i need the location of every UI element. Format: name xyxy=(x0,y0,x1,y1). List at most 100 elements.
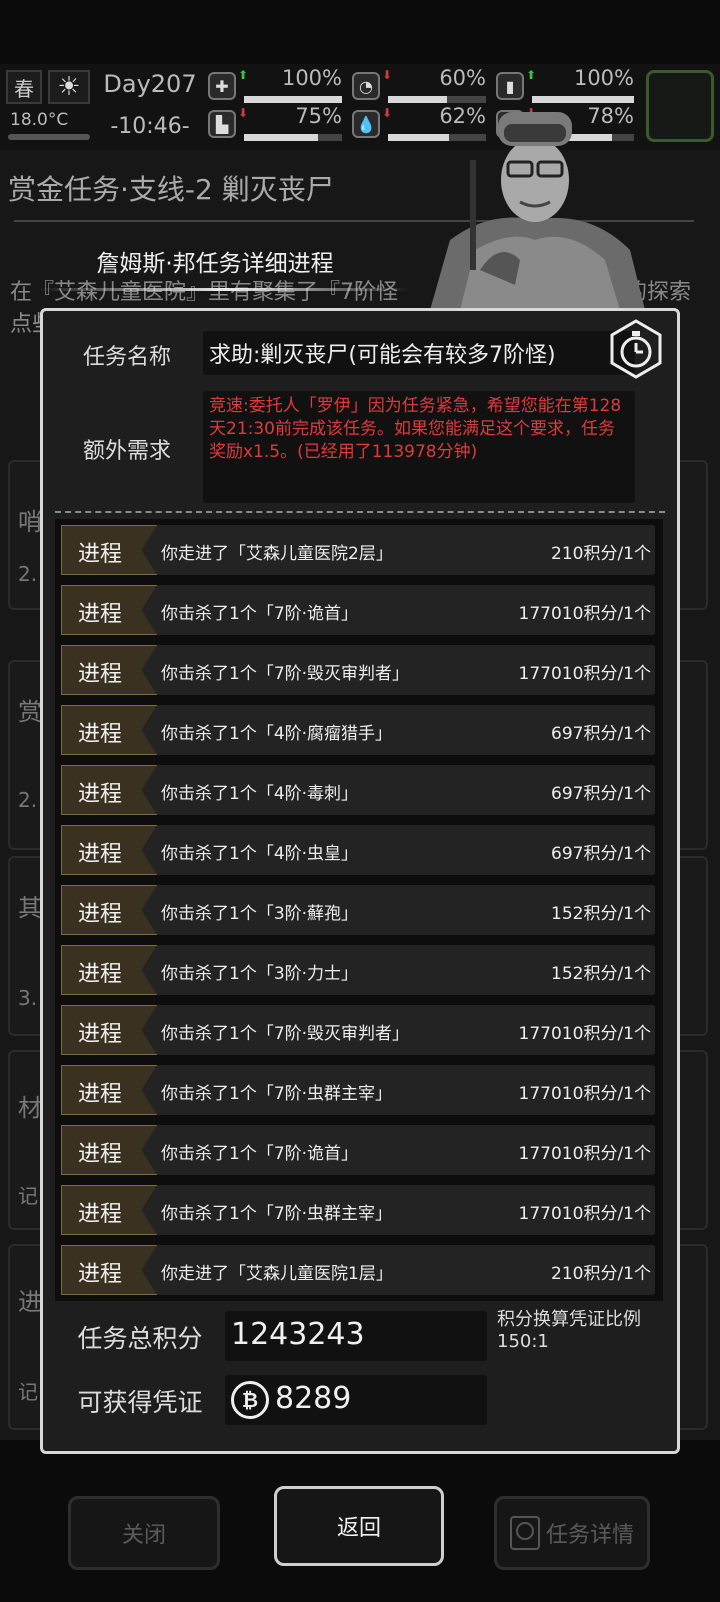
stomach-icon: ◔ xyxy=(352,72,380,100)
progress-row: 进程 你击杀了1个「7阶·虫群主宰」 177010积分/1个 xyxy=(61,1185,655,1235)
progress-points: 210积分/1个 xyxy=(551,544,651,564)
battery-icon: ▮ xyxy=(496,72,524,100)
progress-text: 你走进了「艾森儿童医院1层」 xyxy=(161,1264,393,1284)
progress-tag: 进程 xyxy=(61,1245,157,1295)
extra-requirement-value: 竞速:委托人「罗伊」因为任务紧急，希望您能在第128天21:30前完成该任务。如… xyxy=(203,391,635,503)
task-name-label: 任务名称 xyxy=(82,345,171,370)
progress-tag: 进程 xyxy=(61,1005,157,1055)
game-clock: -10:46- xyxy=(110,114,190,139)
modal-subtitle: 詹姆斯·邦任务详细进程 xyxy=(96,251,334,277)
progress-tag: 进程 xyxy=(61,825,157,875)
progress-row: 进程 你击杀了1个「3阶·力士」 152积分/1个 xyxy=(61,945,655,995)
progress-row: 进程 你走进了「艾森儿童医院1层」 210积分/1个 xyxy=(61,1245,655,1295)
quest-progress-dialog: 任务名称 求助:剿灭丧尸(可能会有较多7阶怪) 额外需求 竞速:委托人「罗伊」因… xyxy=(40,308,680,1454)
progress-tag: 进程 xyxy=(61,885,157,935)
progress-points: 177010积分/1个 xyxy=(518,1204,651,1224)
trend-down-icon: ⬇ xyxy=(238,106,249,120)
progress-tag: 进程 xyxy=(61,765,157,815)
progress-tag: 进程 xyxy=(61,1185,157,1235)
voucher-label: 可获得凭证 xyxy=(77,1388,203,1417)
stat-bar-fill xyxy=(244,96,342,103)
temperature: 18.0°C xyxy=(10,110,69,130)
progress-text: 你击杀了1个「4阶·虫皇」 xyxy=(161,844,359,864)
progress-text: 你走进了「艾森儿童医院2层」 xyxy=(161,544,393,564)
health-stat: ✚ ⬆ 100% xyxy=(208,66,346,106)
season-indicator: 春 xyxy=(6,70,42,104)
progress-points: 177010积分/1个 xyxy=(518,664,651,684)
progress-row: 进程 你击杀了1个「4阶·腐瘤猎手」 697积分/1个 xyxy=(61,705,655,755)
task-name-value: 求助:剿灭丧尸(可能会有较多7阶怪) xyxy=(203,331,635,375)
progress-tag: 进程 xyxy=(61,705,157,755)
progress-points: 210积分/1个 xyxy=(551,1264,651,1284)
progress-points: 177010积分/1个 xyxy=(518,604,651,624)
progress-text: 你击杀了1个「3阶·蘚孢」 xyxy=(161,904,359,924)
stopwatch-icon[interactable] xyxy=(606,319,666,379)
progress-tag: 进程 xyxy=(61,945,157,995)
progress-text: 你击杀了1个「7阶·毁灭审判者」 xyxy=(161,664,410,684)
close-button[interactable]: 关闭 xyxy=(68,1496,220,1570)
stamina-stat: ▙ ⬇ 75% xyxy=(208,104,346,144)
energy-stat: ▮ ⬆ 100% xyxy=(496,66,638,106)
progress-row: 进程 你走进了「艾森儿童医院2层」 210积分/1个 xyxy=(61,525,655,575)
progress-tag: 进程 xyxy=(61,525,157,575)
progress-points: 152积分/1个 xyxy=(551,904,651,924)
extra-requirement-label: 额外需求 xyxy=(82,439,171,464)
stat-bar-fill xyxy=(532,96,634,103)
hunger-stat: ◔ ⬇ 60% xyxy=(352,66,490,106)
trend-up-icon: ⬆ xyxy=(238,68,249,82)
progress-points: 697积分/1个 xyxy=(551,724,651,744)
task-detail-button[interactable]: 任务详情 xyxy=(494,1496,650,1570)
day-counter: Day207 xyxy=(103,70,197,98)
progress-text: 你击杀了1个「4阶·毒刺」 xyxy=(161,784,359,804)
progress-points: 177010积分/1个 xyxy=(518,1084,651,1104)
temperature-bar xyxy=(8,134,90,140)
progress-text: 你击杀了1个「4阶·腐瘤猎手」 xyxy=(161,724,393,744)
conversion-ratio-value: 150:1 xyxy=(497,1331,549,1352)
back-button[interactable]: 返回 xyxy=(274,1486,444,1566)
subtitle-underline xyxy=(40,288,410,291)
dashed-divider xyxy=(55,511,665,513)
progress-row: 进程 你击杀了1个「4阶·毒刺」 697积分/1个 xyxy=(61,765,655,815)
progress-row: 进程 你击杀了1个「7阶·诡首」 177010积分/1个 xyxy=(61,1125,655,1175)
boot-icon: ▙ xyxy=(208,110,236,138)
progress-tag: 进程 xyxy=(61,645,157,695)
stat-bar-fill xyxy=(388,96,447,103)
progress-points: 697积分/1个 xyxy=(551,844,651,864)
water-drop-icon: 💧 xyxy=(352,110,380,138)
trend-down-icon: ⬇ xyxy=(382,106,393,120)
progress-text: 你击杀了1个「3阶·力士」 xyxy=(161,964,359,984)
quest-title: 赏金任务·支线-2 剿灭丧尸 xyxy=(8,173,334,206)
progress-text: 你击杀了1个「7阶·虫群主宰」 xyxy=(161,1084,393,1104)
progress-points: 177010积分/1个 xyxy=(518,1024,651,1044)
progress-tag: 进程 xyxy=(61,585,157,635)
progress-points: 697积分/1个 xyxy=(551,784,651,804)
conversion-ratio-label: 积分换算凭证比例 xyxy=(497,1309,641,1330)
trend-down-icon: ⬇ xyxy=(382,68,393,82)
progress-text: 你击杀了1个「7阶·诡首」 xyxy=(161,604,359,624)
progress-row: 进程 你击杀了1个「7阶·诡首」 177010积分/1个 xyxy=(61,585,655,635)
progress-row: 进程 你击杀了1个「7阶·毁灭审判者」 177010积分/1个 xyxy=(61,645,655,695)
progress-text: 你击杀了1个「7阶·毁灭审判者」 xyxy=(161,1024,410,1044)
bitcoin-coin-icon: ₿ xyxy=(231,1381,269,1419)
progress-text: 你击杀了1个「7阶·虫群主宰」 xyxy=(161,1204,393,1224)
season-label: 春 xyxy=(14,76,34,101)
progress-row: 进程 你击杀了1个「3阶·蘚孢」 152积分/1个 xyxy=(61,885,655,935)
client-portrait xyxy=(430,112,645,310)
medkit-icon: ✚ xyxy=(208,72,236,100)
progress-points: 177010积分/1个 xyxy=(518,1144,651,1164)
equipment-slot[interactable] xyxy=(646,70,714,142)
sun-icon: ☀ xyxy=(48,70,90,104)
task-detail-icon xyxy=(509,1516,540,1550)
progress-row: 进程 你击杀了1个「7阶·毁灭审判者」 177010积分/1个 xyxy=(61,1005,655,1055)
progress-row: 进程 你击杀了1个「7阶·虫群主宰」 177010积分/1个 xyxy=(61,1065,655,1115)
progress-text: 你击杀了1个「7阶·诡首」 xyxy=(161,1144,359,1164)
progress-row: 进程 你击杀了1个「4阶·虫皇」 697积分/1个 xyxy=(61,825,655,875)
progress-points: 152积分/1个 xyxy=(551,964,651,984)
progress-tag: 进程 xyxy=(61,1065,157,1115)
progress-list[interactable]: 进程 你走进了「艾森儿童医院2层」 210积分/1个 进程 你击杀了1个「7阶·诡首」 1… xyxy=(55,519,663,1301)
total-points-value: 1243243 xyxy=(225,1311,487,1361)
progress-tag: 进程 xyxy=(61,1125,157,1175)
stat-bar-fill xyxy=(244,134,318,141)
total-points-label: 任务总积分 xyxy=(77,1324,203,1353)
trend-up-icon: ⬆ xyxy=(526,68,537,82)
